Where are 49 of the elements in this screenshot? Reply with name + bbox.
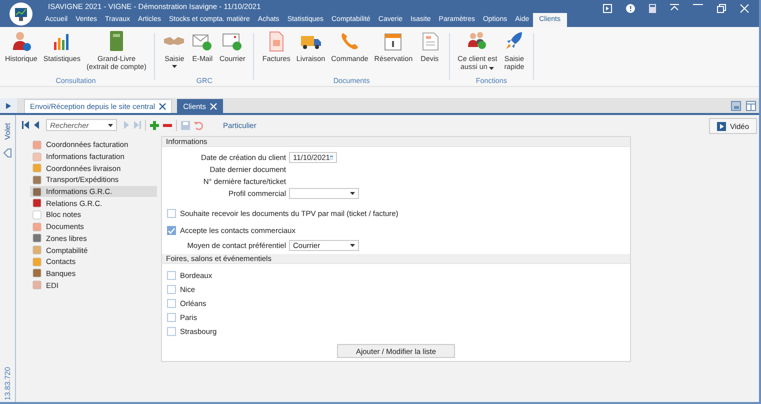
square-icon xyxy=(32,233,42,244)
pin-icon[interactable] xyxy=(3,148,12,158)
calendar-icon[interactable] xyxy=(330,154,333,160)
square-icon xyxy=(32,152,42,162)
square-icon xyxy=(32,210,42,220)
caret-icon[interactable] xyxy=(489,66,494,70)
dropdown-field[interactable] xyxy=(289,188,359,198)
person-icon xyxy=(10,30,32,52)
play-icon xyxy=(716,122,726,130)
square-icon xyxy=(32,256,42,267)
checkbox[interactable] xyxy=(167,270,176,280)
add-icon[interactable] xyxy=(150,120,159,130)
square-icon xyxy=(32,163,42,174)
layout-icon[interactable] xyxy=(731,100,741,110)
square-icon xyxy=(32,280,42,290)
caret-icon[interactable] xyxy=(172,65,177,68)
caret-icon[interactable] xyxy=(350,244,355,246)
calculator-icon[interactable] xyxy=(649,4,656,13)
square-icon xyxy=(32,245,42,256)
remove-icon[interactable] xyxy=(163,124,172,126)
square-icon xyxy=(32,198,42,208)
previous-record-icon[interactable] xyxy=(34,121,40,129)
checkbox[interactable] xyxy=(167,298,176,308)
columns-icon[interactable] xyxy=(746,100,756,110)
square-icon xyxy=(32,140,42,150)
caret-icon[interactable] xyxy=(350,192,355,194)
help-icon[interactable] xyxy=(626,4,635,13)
people-icon xyxy=(466,30,488,52)
close-icon[interactable] xyxy=(159,103,166,110)
square-icon xyxy=(32,222,42,232)
checkbox[interactable] xyxy=(167,312,176,322)
checkbox[interactable] xyxy=(167,209,176,218)
app-logo-icon[interactable] xyxy=(9,2,33,26)
minimize-icon[interactable] xyxy=(693,4,703,6)
caret-icon[interactable] xyxy=(108,124,113,126)
checkbox[interactable] xyxy=(167,226,176,235)
first-record-icon[interactable] xyxy=(22,121,30,129)
phone-icon xyxy=(338,30,361,52)
collapse-ribbon-icon[interactable] xyxy=(670,4,679,11)
restore-icon[interactable] xyxy=(717,4,726,13)
square-icon xyxy=(32,268,42,278)
square-icon xyxy=(32,174,42,185)
play-icon[interactable] xyxy=(603,4,612,13)
arrow-right-icon xyxy=(6,102,11,108)
checkbox[interactable] xyxy=(167,326,176,336)
square-icon xyxy=(32,186,42,197)
checkmark-icon xyxy=(168,228,175,234)
checkbox[interactable] xyxy=(167,284,176,294)
expand-panel-button[interactable] xyxy=(0,98,17,113)
